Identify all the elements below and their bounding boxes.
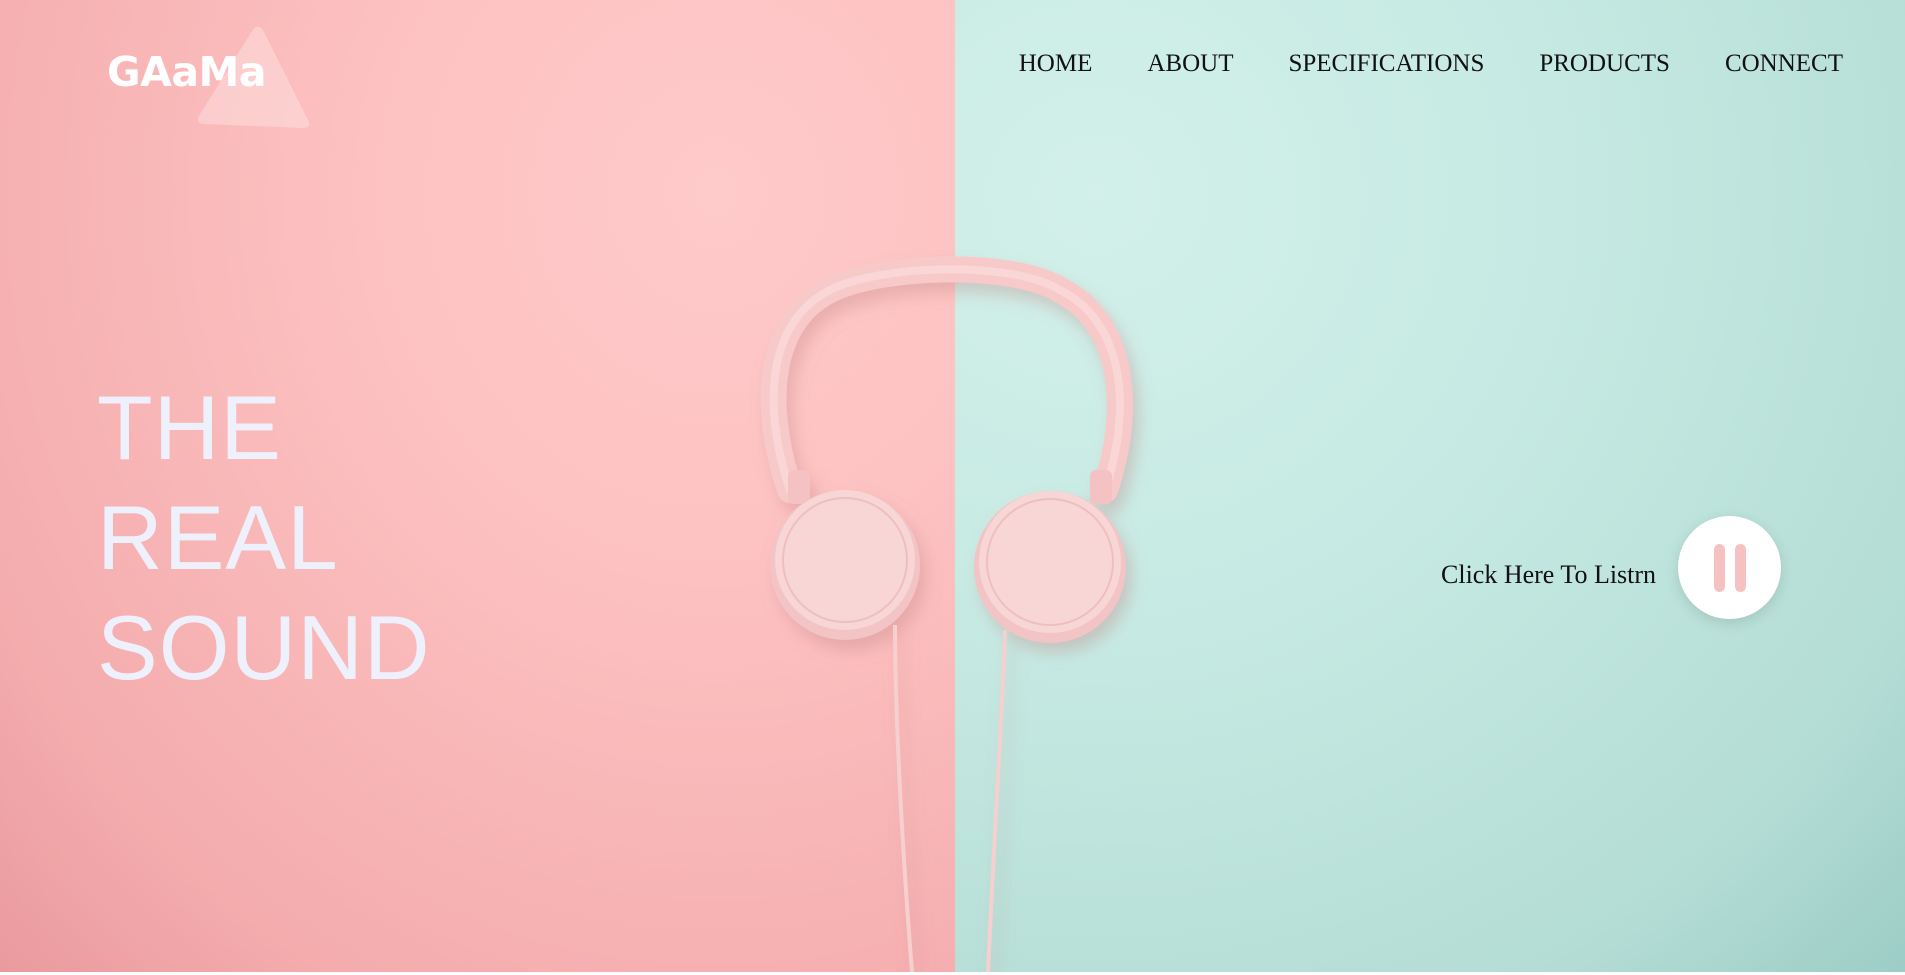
pause-bar-right [1735, 544, 1746, 592]
main-nav: HOME ABOUT SPECIFICATIONS PRODUCTS CONNE… [1019, 50, 1843, 78]
hero-section: GAaMa HOME ABOUT SPECIFICATIONS PRODUCTS… [0, 0, 1905, 972]
nav-connect[interactable]: CONNECT [1725, 50, 1843, 78]
headline-line: REAL [97, 488, 339, 589]
nav-specifications[interactable]: SPECIFICATIONS [1288, 50, 1484, 78]
hero-background-mint [955, 0, 1905, 972]
listen-label[interactable]: Click Here To Listrn [1441, 560, 1656, 590]
nav-products[interactable]: PRODUCTS [1539, 50, 1670, 78]
pause-bar-left [1714, 544, 1725, 592]
audio-toggle-button[interactable] [1678, 516, 1781, 619]
pause-icon [1714, 544, 1746, 592]
nav-about[interactable]: ABOUT [1147, 50, 1233, 78]
nav-home[interactable]: HOME [1019, 50, 1093, 78]
brand-logo[interactable]: GAaMa [107, 24, 317, 134]
hero-headline: THE REAL SOUND [97, 374, 431, 704]
headline-line: SOUND [97, 598, 431, 699]
headline-line: THE [97, 378, 282, 479]
logo-text: GAaMa [107, 48, 267, 96]
